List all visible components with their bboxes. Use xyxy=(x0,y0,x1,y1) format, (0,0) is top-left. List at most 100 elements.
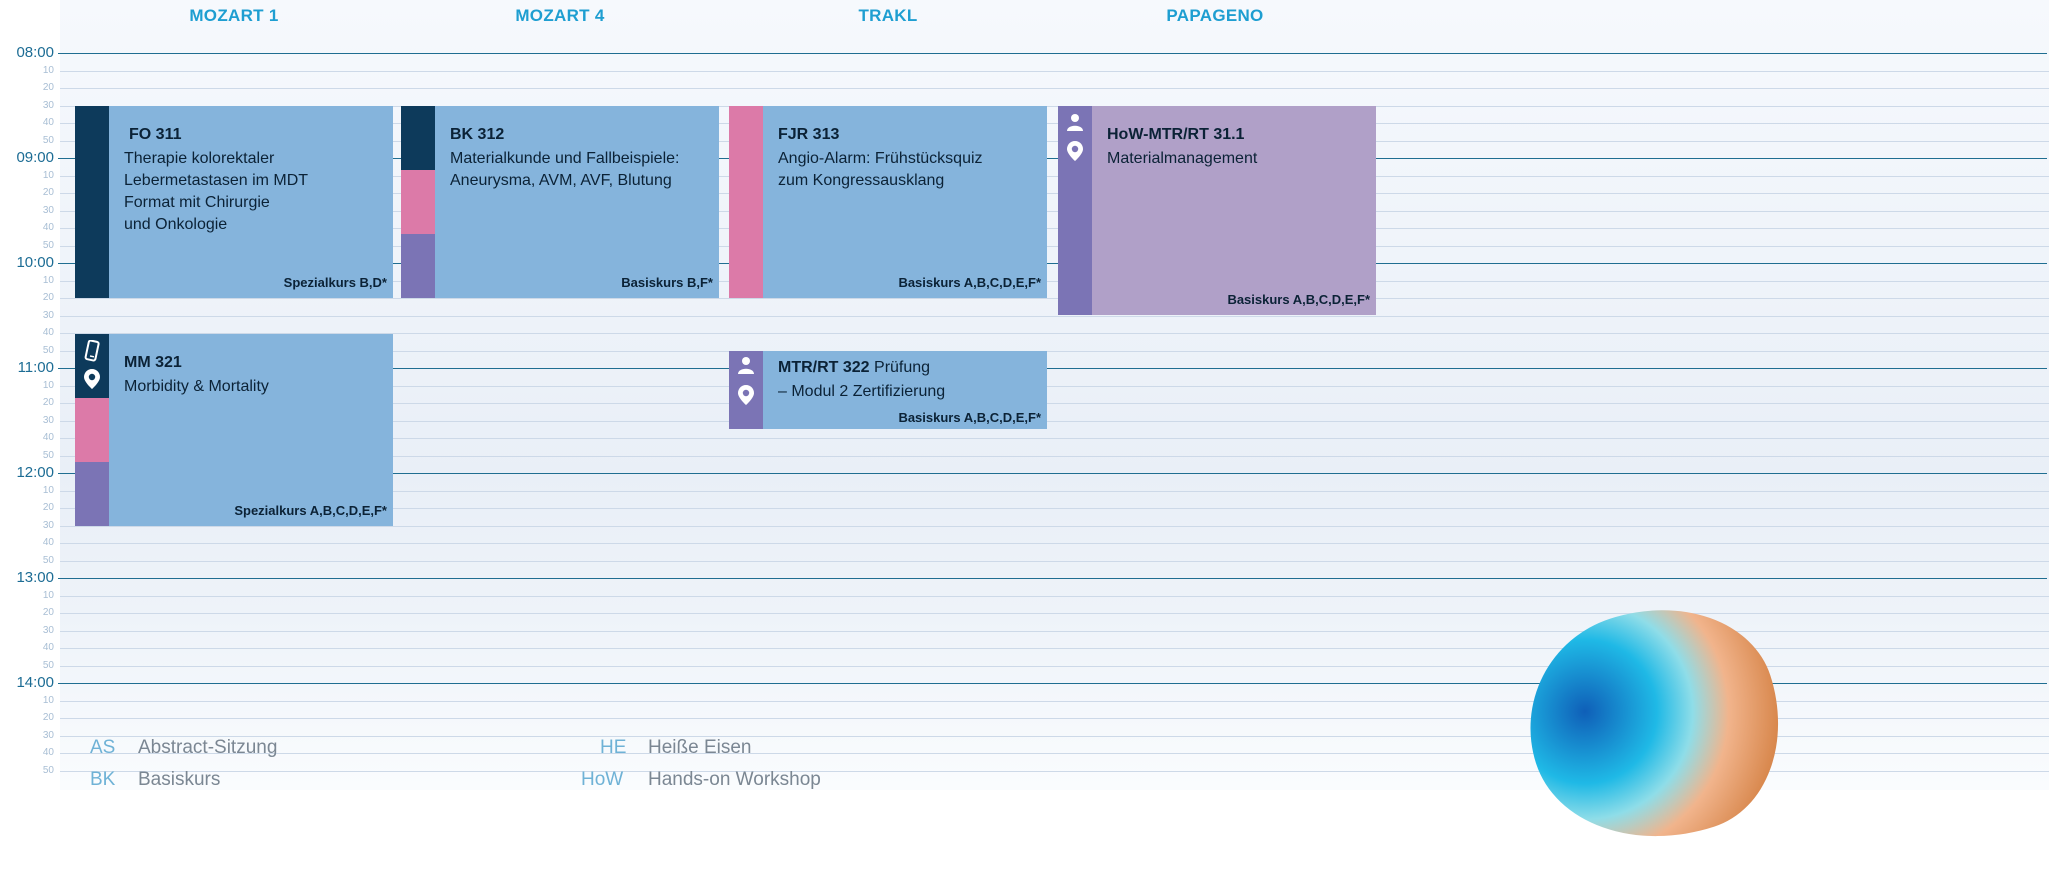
session-fo-311[interactable]: FO 311 Therapie kolorektaler Lebermetast… xyxy=(75,106,393,298)
session-title-line: Aneurysma, AVM, AVF, Blutung xyxy=(450,172,672,189)
legend-desc: Hands-on Workshop xyxy=(648,769,821,790)
minor-gridline xyxy=(60,71,2049,72)
session-course: Basiskurs A,B,C,D,E,F* xyxy=(1227,292,1370,307)
session-body: MTR/RT 322 Prüfung – Modul 2 Zertifizier… xyxy=(763,351,1047,429)
session-title-line: zum Kongressausklang xyxy=(778,172,945,189)
session-mtr-rt-322[interactable]: MTR/RT 322 Prüfung – Modul 2 Zertifizier… xyxy=(729,351,1047,429)
session-title-line: Angio-Alarm: Frühstücksquiz xyxy=(778,150,983,167)
location-pin-icon xyxy=(1058,140,1092,164)
minor-gridline xyxy=(60,613,2049,614)
location-pin-icon xyxy=(75,368,109,392)
session-bk-312[interactable]: BK 312 Materialkunde und Fallbeispiele: … xyxy=(401,106,719,298)
room-header-papageno: PAPAGENO xyxy=(1166,6,1264,25)
minor-gridline xyxy=(60,526,2049,527)
location-pin-icon xyxy=(729,384,763,408)
legend-desc: Heiße Eisen xyxy=(648,737,752,758)
strip-segment xyxy=(1058,106,1092,315)
minor-gridline xyxy=(60,88,2049,89)
legend-abbr: HoW xyxy=(581,769,624,790)
legend-item: AS Abstract-Sitzung xyxy=(90,737,277,759)
hour-label: 13:00 xyxy=(16,569,54,586)
minute-label: 20 xyxy=(42,502,54,513)
strip-segment xyxy=(401,106,435,170)
session-fjr-313[interactable]: FJR 313 Angio-Alarm: Frühstücksquiz zum … xyxy=(729,106,1047,298)
minute-label: 30 xyxy=(42,100,54,111)
session-code: FO 311 xyxy=(129,126,182,143)
minute-label: 10 xyxy=(42,380,54,391)
strip-segment xyxy=(75,462,109,526)
session-title-line: Morbidity & Mortality xyxy=(124,378,269,395)
minute-label: 40 xyxy=(42,642,54,653)
session-title-line: Materialmanagement xyxy=(1107,150,1258,167)
strip-segment xyxy=(75,398,109,462)
session-title-line: und Onkologie xyxy=(124,216,228,233)
strip-segment xyxy=(75,106,109,298)
session-course: Basiskurs B,F* xyxy=(621,275,713,290)
session-how-mtr-rt-31-1[interactable]: HoW-MTR/RT 31.1 Materialmanagement Basis… xyxy=(1058,106,1376,315)
session-body: FO 311 Therapie kolorektaler Lebermetast… xyxy=(109,106,393,298)
minute-label: 20 xyxy=(42,187,54,198)
legend-abbr: HE xyxy=(600,737,627,758)
minor-gridline xyxy=(60,596,2049,597)
session-color-strip xyxy=(75,106,109,298)
legend-abbr: BK xyxy=(90,769,116,790)
session-course: Spezialkurs B,D* xyxy=(283,275,387,290)
minor-gridline xyxy=(60,316,2049,317)
minute-label: 40 xyxy=(42,222,54,233)
strip-segment xyxy=(401,234,435,298)
session-code: FJR 313 xyxy=(778,126,840,143)
minute-label: 50 xyxy=(42,555,54,566)
minute-label: 40 xyxy=(42,747,54,758)
legend-desc: Basiskurs xyxy=(138,769,221,790)
room-header-trakl: TRAKL xyxy=(858,6,918,25)
session-body: MM 321 Morbidity & Mortality Spezialkurs… xyxy=(109,334,393,526)
hour-gridline xyxy=(58,578,2047,579)
session-body: BK 312 Materialkunde und Fallbeispiele: … xyxy=(435,106,719,298)
minute-label: 20 xyxy=(42,292,54,303)
session-title-line: – Modul 2 Zertifizierung xyxy=(778,383,946,400)
session-body: HoW-MTR/RT 31.1 Materialmanagement Basis… xyxy=(1092,106,1376,315)
minute-label: 10 xyxy=(42,65,54,76)
minute-label: 40 xyxy=(42,537,54,548)
session-code: BK 312 xyxy=(450,126,505,143)
session-code: HoW-MTR/RT 31.1 xyxy=(1107,126,1245,143)
minute-label: 50 xyxy=(42,660,54,671)
minor-gridline xyxy=(60,561,2049,562)
room-header-mozart-1: MOZART 1 xyxy=(189,6,279,25)
minute-label: 50 xyxy=(42,240,54,251)
person-icon xyxy=(729,355,763,377)
minute-label: 30 xyxy=(42,415,54,426)
session-title-line: Format mit Chirurgie xyxy=(124,194,270,211)
minute-label: 20 xyxy=(42,607,54,618)
strip-segment xyxy=(401,170,435,234)
session-title-inline: Prüfung xyxy=(874,359,931,376)
session-mm-321[interactable]: MM 321 Morbidity & Mortality Spezialkurs… xyxy=(75,334,393,526)
minute-label: 50 xyxy=(42,765,54,776)
hour-label: 08:00 xyxy=(16,44,54,61)
hour-label: 11:00 xyxy=(17,359,54,376)
room-header-mozart-4: MOZART 4 xyxy=(515,6,605,25)
legend-abbr: AS xyxy=(90,737,116,758)
hour-gridline xyxy=(58,53,2047,54)
session-code: MTR/RT 322 xyxy=(778,359,870,376)
session-color-strip xyxy=(729,106,763,298)
session-color-strip xyxy=(75,334,109,526)
minute-label: 40 xyxy=(42,117,54,128)
legend-desc: Abstract-Sitzung xyxy=(138,737,278,758)
hour-label: 10:00 xyxy=(16,254,54,271)
legend-item: HE Heiße Eisen xyxy=(600,737,752,759)
legend-item: HoW Hands-on Workshop xyxy=(581,769,821,791)
minute-label: 30 xyxy=(42,205,54,216)
minute-label: 10 xyxy=(42,695,54,706)
person-icon xyxy=(1058,112,1092,134)
strip-segment xyxy=(729,106,763,298)
session-color-strip xyxy=(1058,106,1092,315)
minor-gridline xyxy=(60,298,2049,299)
minute-label: 30 xyxy=(42,310,54,321)
session-code: MM 321 xyxy=(124,354,182,371)
minute-label: 30 xyxy=(42,625,54,636)
minute-label: 50 xyxy=(42,135,54,146)
minute-label: 10 xyxy=(42,485,54,496)
session-body: FJR 313 Angio-Alarm: Frühstücksquiz zum … xyxy=(763,106,1047,298)
minute-label: 30 xyxy=(42,520,54,531)
